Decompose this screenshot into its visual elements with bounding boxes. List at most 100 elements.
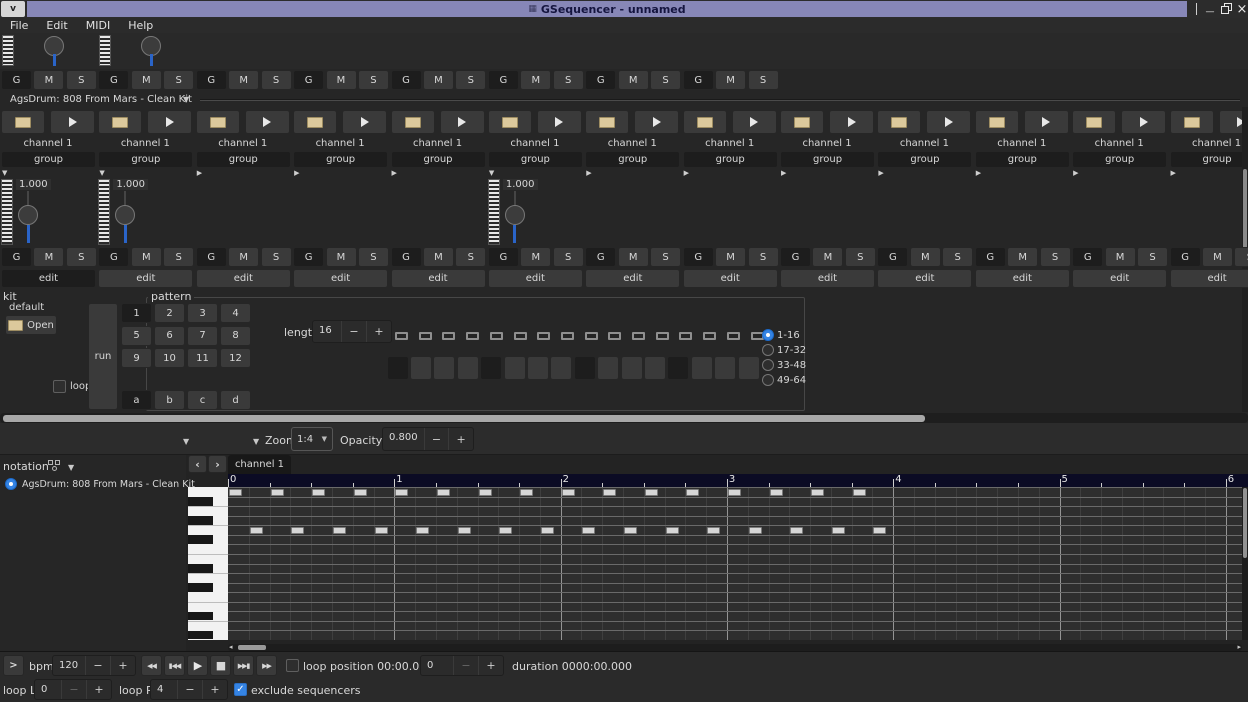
gms-button-s[interactable]: S (163, 247, 194, 267)
gms-button-g[interactable]: G (877, 247, 908, 267)
position-value[interactable]: 0 (421, 656, 453, 675)
gms-button-g[interactable]: G (683, 247, 714, 267)
channel-group-button[interactable]: group (877, 151, 972, 168)
expander-open-icon[interactable]: ▼ (99, 169, 104, 177)
notation-tools-icon[interactable] (48, 459, 64, 473)
channel-open-button[interactable] (391, 110, 435, 134)
notation-vscroll-thumb[interactable] (1243, 488, 1247, 558)
expander-open-icon[interactable]: ▼ (2, 169, 7, 177)
channel-group-button[interactable]: group (975, 151, 1070, 168)
range-radio-33-48[interactable] (762, 359, 774, 371)
note[interactable] (250, 527, 263, 534)
channel-play-button[interactable] (147, 110, 192, 134)
machine-vscroll-thumb[interactable] (1243, 169, 1247, 254)
range-radio-49-64[interactable] (762, 374, 774, 386)
bpm-increment[interactable]: + (110, 656, 135, 675)
gms-button-g[interactable]: G (585, 70, 616, 90)
channel-play-button[interactable] (1024, 110, 1069, 134)
channel-group-button[interactable]: group (1, 151, 96, 168)
gms-button-s[interactable]: S (553, 70, 584, 90)
note[interactable] (499, 527, 512, 534)
channel-slider-knob[interactable] (505, 205, 525, 225)
channel-play-button[interactable] (829, 110, 874, 134)
black-key[interactable] (188, 497, 213, 506)
channel-edit-button[interactable]: edit (1170, 269, 1248, 288)
hscroll-right-arrow-icon[interactable]: ▸ (1237, 643, 1241, 651)
loop-l-decrement[interactable]: − (61, 680, 86, 699)
black-key[interactable] (188, 564, 213, 573)
expander-closed-icon[interactable]: ▶ (878, 169, 883, 177)
bpm-decrement[interactable]: − (85, 656, 110, 675)
transport-expander-button[interactable]: > (3, 655, 24, 676)
note[interactable] (790, 527, 803, 534)
chevron-down-icon[interactable]: ▼ (183, 95, 189, 104)
bpm-spinbox[interactable]: 120 − + (52, 655, 136, 676)
note[interactable] (873, 527, 886, 534)
expander-closed-icon[interactable]: ▶ (684, 169, 689, 177)
note[interactable] (271, 489, 284, 496)
channel-open-button[interactable] (488, 110, 532, 134)
note[interactable] (645, 489, 658, 496)
gms-button-m[interactable]: M (326, 70, 357, 90)
gms-button-m[interactable]: M (228, 247, 259, 267)
note[interactable] (229, 489, 242, 496)
channel-edit-button[interactable]: edit (1, 269, 96, 288)
gms-button-m[interactable]: M (715, 70, 746, 90)
gms-button-s[interactable]: S (748, 247, 779, 267)
gms-button-g[interactable]: G (1170, 247, 1201, 267)
restore-button[interactable] (1221, 3, 1233, 14)
note[interactable] (395, 489, 408, 496)
gms-button-m[interactable]: M (423, 70, 454, 90)
gms-button-s[interactable]: S (358, 70, 389, 90)
rewind-button[interactable]: ◀◀ (141, 655, 162, 676)
machine-horizontal-scrollbar[interactable] (0, 413, 1248, 423)
gms-button-g[interactable]: G (98, 247, 129, 267)
gms-button-s[interactable]: S (455, 247, 486, 267)
black-key[interactable] (188, 612, 213, 621)
expander-open-icon[interactable]: ▼ (489, 169, 494, 177)
gms-button-g[interactable]: G (391, 70, 422, 90)
channel-open-button[interactable] (196, 110, 240, 134)
gms-button-g[interactable]: G (293, 247, 324, 267)
channel-edit-button[interactable]: edit (391, 269, 486, 288)
channel-group-button[interactable]: group (196, 151, 291, 168)
channel-open-button[interactable] (1072, 110, 1116, 134)
titlebar-fill[interactable]: ▦ GSequencer - unnamed (27, 1, 1187, 17)
menu-file[interactable]: File (10, 19, 28, 32)
gms-button-g[interactable]: G (391, 247, 422, 267)
gms-button-m[interactable]: M (131, 70, 162, 90)
loop-l-increment[interactable]: + (86, 680, 111, 699)
gms-button-m[interactable]: M (520, 247, 551, 267)
expander-closed-icon[interactable]: ▶ (197, 169, 202, 177)
channel-group-button[interactable]: group (293, 151, 388, 168)
minimize-button[interactable]: — (1203, 1, 1217, 17)
play-button[interactable]: ▶ (187, 655, 208, 676)
gms-button-m[interactable]: M (1105, 247, 1136, 267)
channel-open-button[interactable] (293, 110, 337, 134)
machine-radio[interactable] (5, 478, 17, 490)
gms-button-g[interactable]: G (975, 247, 1006, 267)
gms-button-m[interactable]: M (715, 247, 746, 267)
gms-button-m[interactable]: M (326, 247, 357, 267)
gms-button-s[interactable]: S (650, 70, 681, 90)
master-knob-slider[interactable] (44, 36, 64, 56)
gms-button-m[interactable]: M (33, 247, 64, 267)
gms-button-g[interactable]: G (488, 247, 519, 267)
note[interactable] (416, 527, 429, 534)
channel-edit-button[interactable]: edit (1072, 269, 1167, 288)
note[interactable] (853, 489, 866, 496)
gms-button-s[interactable]: S (748, 70, 779, 90)
channel-edit-button[interactable]: edit (196, 269, 291, 288)
gms-button-m[interactable]: M (423, 247, 454, 267)
notation-dropdown-icon[interactable]: ▼ (68, 463, 74, 472)
expander-closed-icon[interactable]: ▶ (1171, 169, 1176, 177)
gms-button-g[interactable]: G (780, 247, 811, 267)
channel-slider-knob[interactable] (115, 205, 135, 225)
titlebar[interactable]: v ▦ GSequencer - unnamed — × (0, 0, 1248, 18)
paste-dropdown-icon[interactable]: ▼ (183, 437, 189, 446)
notation-horizontal-scrollbar[interactable]: ◂ ▸ (228, 644, 1242, 651)
gms-button-m[interactable]: M (812, 247, 843, 267)
channel-edit-button[interactable]: edit (98, 269, 193, 288)
expander-closed-icon[interactable]: ▶ (586, 169, 591, 177)
gms-button-s[interactable]: S (66, 70, 97, 90)
